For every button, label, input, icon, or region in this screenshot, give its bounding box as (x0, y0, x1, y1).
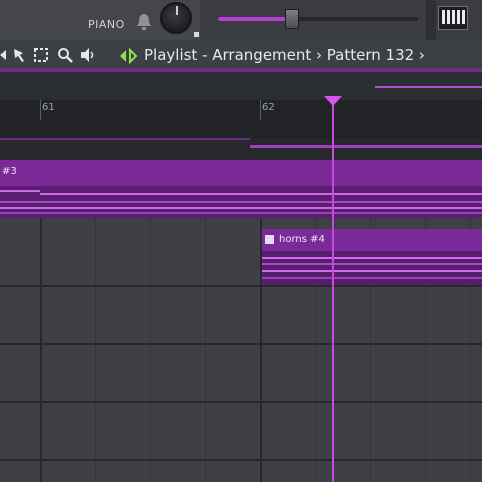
keyboard-icon[interactable] (438, 6, 468, 30)
select-tool-icon[interactable] (33, 47, 49, 63)
bar-number-row[interactable] (0, 100, 482, 138)
note-line (0, 207, 482, 209)
track-divider (0, 343, 482, 345)
pencil-tool-icon[interactable] (12, 47, 28, 63)
grid-line (40, 218, 42, 482)
playlist-title[interactable]: Playlist - Arrangement › Pattern 132 › (144, 46, 425, 64)
channel-name: PIANO (88, 18, 125, 31)
loop-range (375, 86, 482, 88)
playhead-marker[interactable] (324, 96, 342, 106)
clip-header[interactable] (0, 160, 482, 186)
note-line (262, 277, 482, 279)
track-divider (0, 285, 482, 287)
play-arrow-icon[interactable] (118, 47, 138, 65)
track-lane[interactable] (0, 138, 482, 162)
note-line (0, 201, 482, 203)
note-line (0, 190, 40, 192)
playhead[interactable] (332, 100, 334, 482)
zoom-tool-icon[interactable] (57, 47, 73, 63)
grid-line (150, 218, 151, 482)
bar-tick (40, 100, 41, 120)
note-line (262, 270, 482, 272)
grid-line (95, 218, 96, 482)
automation-line (250, 145, 482, 148)
speaker-icon[interactable] (80, 47, 96, 63)
clip-menu-icon[interactable] (265, 235, 274, 244)
clip-label: horns #4 (279, 234, 325, 245)
note-line (262, 257, 482, 259)
note-line (0, 212, 482, 214)
grid-line (205, 218, 206, 482)
bar-tick (260, 100, 261, 120)
bar-number: 61 (42, 102, 55, 113)
clip-label: #3 (2, 166, 17, 177)
track-divider (0, 401, 482, 403)
note-line (40, 193, 482, 195)
pitch-slider-thumb[interactable] (285, 9, 299, 29)
track-divider (0, 459, 482, 461)
strip-divider (426, 0, 436, 40)
knob-indicator (176, 6, 178, 15)
note-line (262, 263, 482, 265)
bar-number: 62 (262, 102, 275, 113)
bell-icon[interactable] (136, 13, 152, 31)
pitch-slider-fill (218, 17, 292, 21)
knob-reset-dot (194, 32, 199, 37)
automation-line (0, 138, 250, 140)
